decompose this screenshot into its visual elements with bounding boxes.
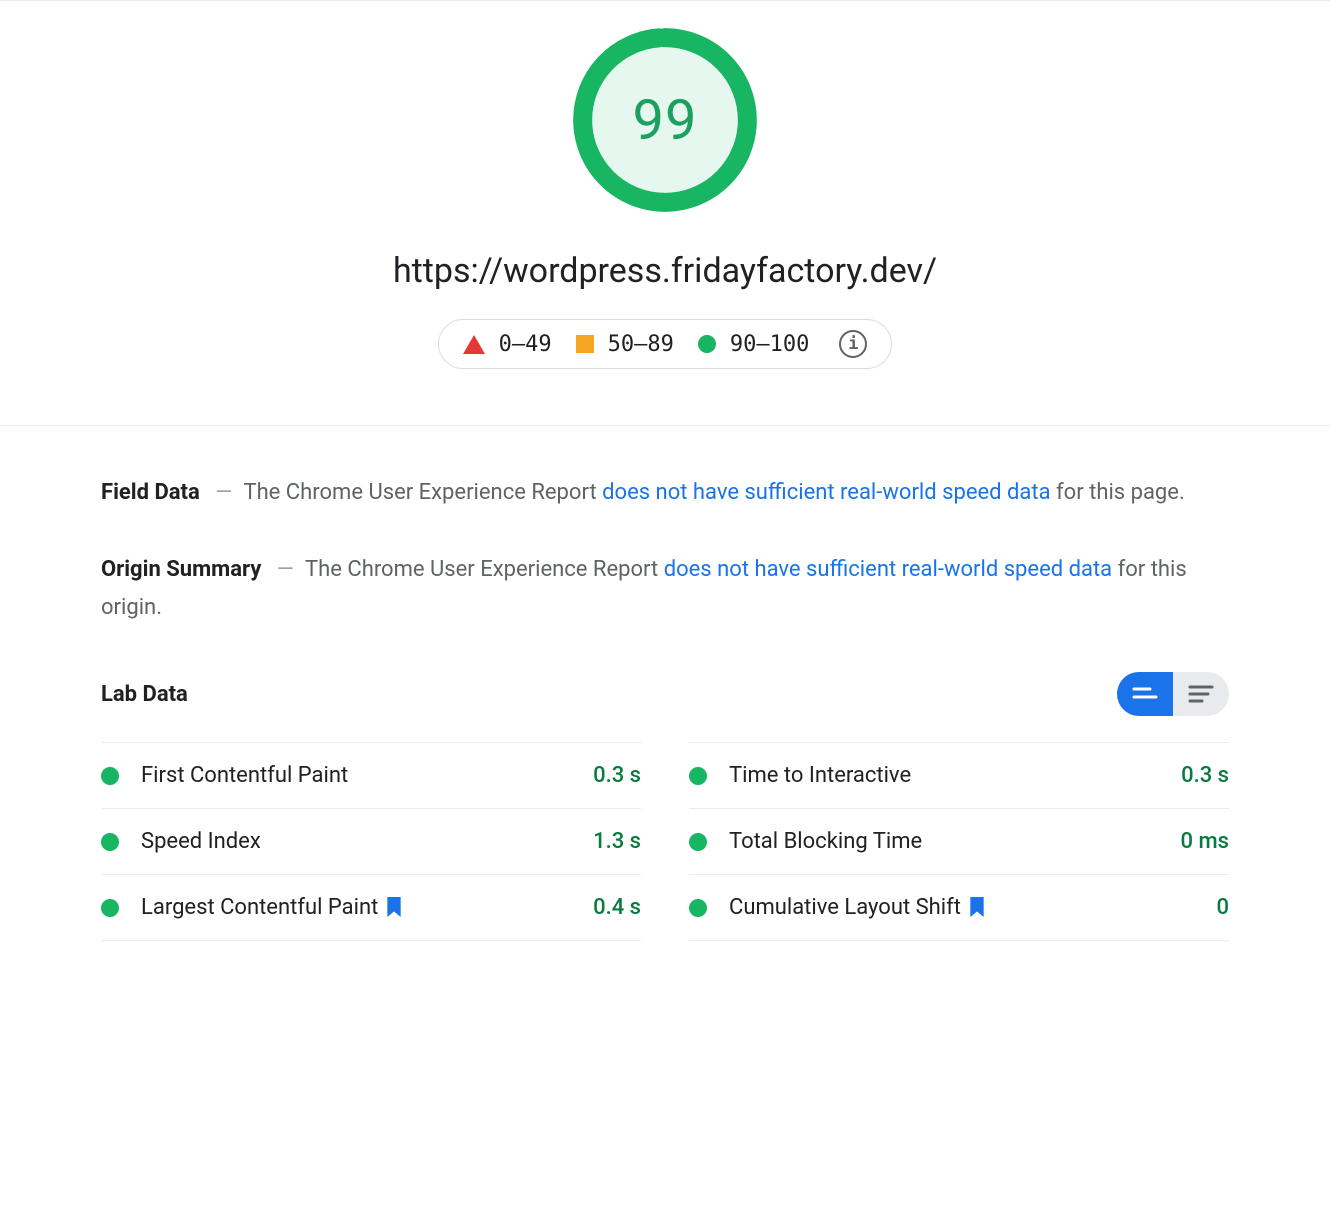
metric-value: 0.3 s xyxy=(1181,763,1229,788)
expanded-view-icon xyxy=(1188,684,1214,704)
metric-row[interactable]: Cumulative Layout Shift0 xyxy=(689,874,1229,941)
legend-bad-label: 0–49 xyxy=(499,332,552,357)
metric-name: Largest Contentful Paint xyxy=(141,895,593,920)
metric-name: First Contentful Paint xyxy=(141,763,593,788)
metric-row[interactable]: Time to Interactive0.3 s xyxy=(689,742,1229,808)
metric-value: 0.3 s xyxy=(593,763,641,788)
origin-summary-prefix: The Chrome User Experience Report xyxy=(305,557,664,582)
metric-row[interactable]: Speed Index1.3 s xyxy=(101,808,641,874)
circle-icon xyxy=(698,335,716,353)
bookmark-icon xyxy=(386,897,404,919)
metric-row[interactable]: Largest Contentful Paint0.4 s xyxy=(101,874,641,941)
field-data-suffix: for this page. xyxy=(1051,480,1185,505)
view-toggle-compact[interactable] xyxy=(1117,672,1173,716)
metric-value: 0 ms xyxy=(1181,829,1229,854)
compact-view-icon xyxy=(1132,685,1158,703)
legend-mid: 50–89 xyxy=(576,332,674,357)
triangle-icon xyxy=(463,335,485,354)
metric-name: Time to Interactive xyxy=(729,763,1181,788)
lab-data-title: Lab Data xyxy=(101,682,188,707)
field-data-dash: — xyxy=(215,480,232,505)
analyzed-url: https://wordpress.fridayfactory.dev/ xyxy=(393,251,937,291)
info-icon[interactable]: i xyxy=(839,330,867,358)
score-value: 99 xyxy=(570,25,760,215)
status-dot-icon xyxy=(689,899,707,917)
legend-bad: 0–49 xyxy=(463,332,552,357)
origin-summary-title: Origin Summary xyxy=(101,557,261,582)
score-gauge: 99 xyxy=(570,25,760,215)
field-data-link[interactable]: does not have sufficient real-world spee… xyxy=(602,480,1050,505)
status-dot-icon xyxy=(101,899,119,917)
field-data-prefix: The Chrome User Experience Report xyxy=(243,480,602,505)
lab-metrics-right: Time to Interactive0.3 sTotal Blocking T… xyxy=(689,742,1229,941)
bookmark-icon xyxy=(969,897,987,919)
view-toggle-expanded[interactable] xyxy=(1173,672,1229,716)
origin-summary-section: Origin Summary — The Chrome User Experie… xyxy=(101,551,1229,626)
metric-value: 0.4 s xyxy=(593,895,641,920)
status-dot-icon xyxy=(689,833,707,851)
metric-value: 0 xyxy=(1216,895,1229,920)
status-dot-icon xyxy=(101,833,119,851)
status-dot-icon xyxy=(689,767,707,785)
metric-name: Cumulative Layout Shift xyxy=(729,895,1216,920)
metric-row[interactable]: Total Blocking Time0 ms xyxy=(689,808,1229,874)
metric-row[interactable]: First Contentful Paint0.3 s xyxy=(101,742,641,808)
metric-name: Speed Index xyxy=(141,829,593,854)
origin-summary-dash: — xyxy=(277,557,294,582)
lab-data-header: Lab Data xyxy=(101,672,1229,716)
score-legend: 0–49 50–89 90–100 i xyxy=(438,319,893,369)
metric-value: 1.3 s xyxy=(593,829,641,854)
field-data-title: Field Data xyxy=(101,480,200,505)
lab-metrics: First Contentful Paint0.3 sSpeed Index1.… xyxy=(101,742,1229,941)
field-data-section: Field Data — The Chrome User Experience … xyxy=(101,474,1229,511)
lab-metrics-left: First Contentful Paint0.3 sSpeed Index1.… xyxy=(101,742,641,941)
square-icon xyxy=(576,335,594,353)
origin-summary-link[interactable]: does not have sufficient real-world spee… xyxy=(664,557,1112,582)
score-header: 99 https://wordpress.fridayfactory.dev/ … xyxy=(0,0,1330,426)
legend-mid-label: 50–89 xyxy=(608,332,674,357)
legend-good: 90–100 xyxy=(698,332,809,357)
status-dot-icon xyxy=(101,767,119,785)
legend-good-label: 90–100 xyxy=(730,332,809,357)
view-toggle xyxy=(1117,672,1229,716)
metric-name: Total Blocking Time xyxy=(729,829,1181,854)
